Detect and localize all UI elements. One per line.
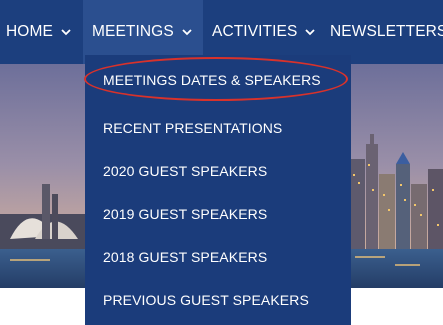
menu-item-previous-guest-speakers[interactable]: PREVIOUS GUEST SPEAKERS xyxy=(103,292,309,308)
menu-item-2018-guest-speakers[interactable]: 2018 GUEST SPEAKERS xyxy=(103,249,267,265)
menu-item-recent-presentations[interactable]: RECENT PRESENTATIONS xyxy=(103,120,282,136)
nav-item-label: MEETINGS xyxy=(92,23,174,40)
nav-item-home[interactable]: HOME xyxy=(6,0,72,64)
chevron-down-icon xyxy=(304,26,316,38)
chevron-down-icon xyxy=(181,26,193,38)
nav-item-label: NEWSLETTERS xyxy=(330,23,443,40)
menu-item-meetings-dates-speakers[interactable]: MEETINGS DATES & SPEAKERS xyxy=(103,72,321,88)
nav-item-label: ACTIVITIES xyxy=(212,23,298,40)
meetings-dropdown-menu: MEETINGS DATES & SPEAKERS RECENT PRESENT… xyxy=(85,55,351,325)
menu-item-2020-guest-speakers[interactable]: 2020 GUEST SPEAKERS xyxy=(103,163,267,179)
menu-item-2019-guest-speakers[interactable]: 2019 GUEST SPEAKERS xyxy=(103,206,267,222)
chevron-down-icon xyxy=(60,26,72,38)
nav-item-label: HOME xyxy=(6,23,53,40)
